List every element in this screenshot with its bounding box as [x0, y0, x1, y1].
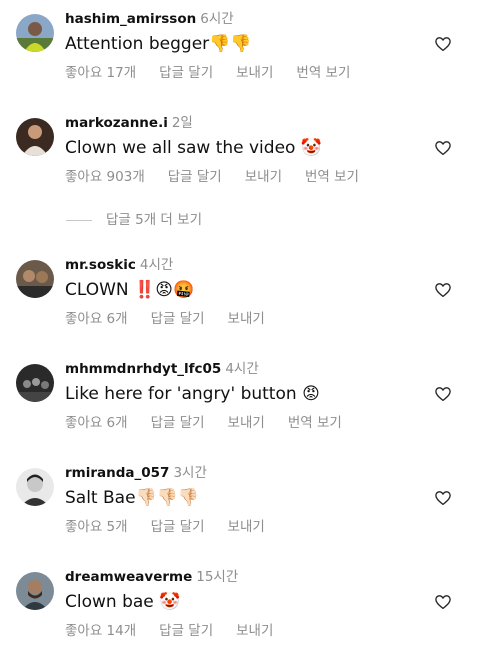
comment-text: Clown bae 🤡 [65, 590, 180, 614]
like-count[interactable]: 좋아요 5개 [65, 519, 128, 535]
comment-actions: 좋아요 17개 답글 달기 보내기 번역 보기 [65, 64, 373, 82]
send-button[interactable]: 보내기 [245, 169, 282, 185]
username[interactable]: rmiranda_057 [65, 465, 169, 481]
avatar[interactable] [16, 14, 54, 52]
avatar[interactable] [16, 260, 54, 298]
timestamp: 15시간 [196, 569, 239, 585]
username[interactable]: mhmmdnrhdyt_lfc05 [65, 361, 221, 377]
avatar[interactable] [16, 364, 54, 402]
reply-button[interactable]: 답글 달기 [159, 623, 213, 639]
comment-body: Like here for 'angry' button [65, 384, 297, 404]
comment-item: hashim_amirsson 6시간 Attention begger👎👎 좋아… [0, 10, 480, 90]
comment-item: mr.soskic 4시간 CLOWN ‼️😡🤬 좋아요 6개 답글 달기 보내기 [0, 256, 480, 336]
comment-meta: mr.soskic 4시간 [65, 256, 173, 274]
reply-button[interactable]: 답글 달기 [151, 415, 205, 431]
comment-body: Clown we all saw the video [65, 138, 296, 158]
like-count[interactable]: 좋아요 903개 [65, 169, 145, 185]
heart-outline-icon[interactable] [434, 593, 452, 611]
reply-button[interactable]: 답글 달기 [151, 519, 205, 535]
comment-meta: markozanne.i 2일 [65, 114, 193, 132]
comment-text: Clown we all saw the video 🤡 [65, 136, 322, 160]
divider-line [66, 219, 92, 221]
reply-button[interactable]: 답글 달기 [168, 169, 222, 185]
avatar[interactable] [16, 572, 54, 610]
comment-meta: rmiranda_057 3시간 [65, 464, 207, 482]
comment-meta: dreamweaverme 15시간 [65, 568, 238, 586]
username[interactable]: mr.soskic [65, 257, 136, 273]
username[interactable]: hashim_amirsson [65, 11, 196, 27]
comment-actions: 좋아요 5개 답글 달기 보내기 [65, 518, 288, 536]
comment-text: CLOWN ‼️😡🤬 [65, 278, 194, 302]
send-button[interactable]: 보내기 [236, 65, 273, 81]
comment-body: Clown bae [65, 592, 154, 612]
avatar[interactable] [16, 118, 54, 156]
comment-actions: 좋아요 903개 답글 달기 보내기 번역 보기 [65, 168, 382, 186]
comment-body: CLOWN [65, 280, 129, 300]
heart-outline-icon[interactable] [434, 35, 452, 53]
emoji: 😡 [302, 384, 320, 404]
send-button[interactable]: 보내기 [228, 311, 265, 327]
username[interactable]: dreamweaverme [65, 569, 192, 585]
emoji: 👎🏻👎🏻👎🏻 [135, 488, 200, 508]
send-button[interactable]: 보내기 [236, 623, 273, 639]
timestamp: 3시간 [173, 465, 207, 481]
username[interactable]: markozanne.i [65, 115, 168, 131]
heart-outline-icon[interactable] [434, 281, 452, 299]
timestamp: 2일 [171, 115, 193, 131]
comment-item: markozanne.i 2일 Clown we all saw the vide… [0, 114, 480, 194]
timestamp: 4시간 [139, 257, 174, 273]
comment-meta: hashim_amirsson 6시간 [65, 10, 234, 28]
like-count[interactable]: 좋아요 6개 [65, 311, 128, 327]
translate-button[interactable]: 번역 보기 [296, 65, 350, 81]
comment-text: Attention begger👎👎 [65, 32, 252, 56]
timestamp: 6시간 [200, 11, 234, 27]
like-count[interactable]: 좋아요 6개 [65, 415, 128, 431]
heart-outline-icon[interactable] [434, 489, 452, 507]
timestamp: 4시간 [225, 361, 259, 377]
comment-actions: 좋아요 14개 답글 달기 보내기 [65, 622, 296, 640]
reply-button[interactable]: 답글 달기 [159, 65, 213, 81]
translate-button[interactable]: 번역 보기 [305, 169, 359, 185]
like-count[interactable]: 좋아요 17개 [65, 65, 136, 81]
emoji: 🤡 [159, 592, 181, 612]
emoji: 👎👎 [209, 34, 252, 54]
emoji: ‼️😡🤬 [134, 280, 195, 300]
translate-button[interactable]: 번역 보기 [288, 415, 342, 431]
like-count[interactable]: 좋아요 14개 [65, 623, 136, 639]
comment-body: Attention begger [65, 34, 210, 54]
reply-button[interactable]: 답글 달기 [151, 311, 205, 327]
avatar[interactable] [16, 468, 54, 506]
heart-outline-icon[interactable] [434, 139, 452, 157]
send-button[interactable]: 보내기 [228, 519, 265, 535]
comment-body: Salt Bae [65, 488, 136, 508]
comment-actions: 좋아요 6개 답글 달기 보내기 [65, 310, 288, 328]
comment-meta: mhmmdnrhdyt_lfc05 4시간 [65, 360, 259, 378]
heart-outline-icon[interactable] [434, 385, 452, 403]
view-more-replies-label: 답글 5개 더 보기 [106, 212, 202, 228]
comment-item: dreamweaverme 15시간 Clown bae 🤡 좋아요 14개 답글 … [0, 568, 480, 648]
comment-item: rmiranda_057 3시간 Salt Bae👎🏻👎🏻👎🏻 좋아요 5개 답글 … [0, 464, 480, 544]
emoji: 🤡 [300, 138, 323, 158]
comment-item: mhmmdnrhdyt_lfc05 4시간 Like here for 'angr… [0, 360, 480, 440]
view-more-replies[interactable]: 답글 5개 더 보기 [66, 211, 202, 229]
send-button[interactable]: 보내기 [228, 415, 265, 431]
comment-text: Salt Bae👎🏻👎🏻👎🏻 [65, 486, 199, 510]
comment-actions: 좋아요 6개 답글 달기 보내기 번역 보기 [65, 414, 365, 432]
comment-text: Like here for 'angry' button 😡 [65, 382, 320, 406]
